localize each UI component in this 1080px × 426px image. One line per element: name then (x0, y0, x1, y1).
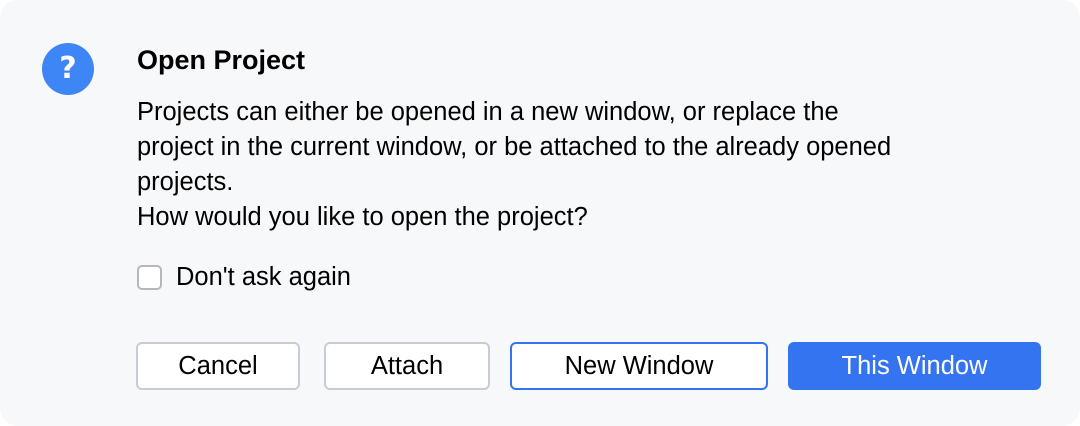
this-window-button[interactable]: This Window (788, 342, 1041, 390)
cancel-button[interactable]: Cancel (136, 342, 300, 390)
dont-ask-again-checkbox[interactable] (137, 264, 162, 290)
question-mark-glyph: ? (59, 51, 77, 86)
message-line: How would you like to open the project? (137, 203, 588, 231)
message-line: projects. (137, 168, 234, 196)
open-project-dialog: ? Open Project Projects can either be op… (0, 0, 1080, 426)
message-line: Projects can either be opened in a new w… (137, 98, 839, 126)
dialog-title: Open Project (137, 45, 306, 75)
attach-button[interactable]: Attach (324, 342, 490, 390)
dont-ask-again-label: Don't ask again (176, 263, 351, 291)
dont-ask-again-option[interactable]: Don't ask again (137, 262, 351, 292)
dialog-message: Projects can either be opened in a new w… (137, 95, 1037, 235)
question-icon: ? (42, 43, 94, 95)
new-window-button[interactable]: New Window (510, 342, 768, 390)
message-line: project in the current window, or be att… (137, 133, 892, 161)
